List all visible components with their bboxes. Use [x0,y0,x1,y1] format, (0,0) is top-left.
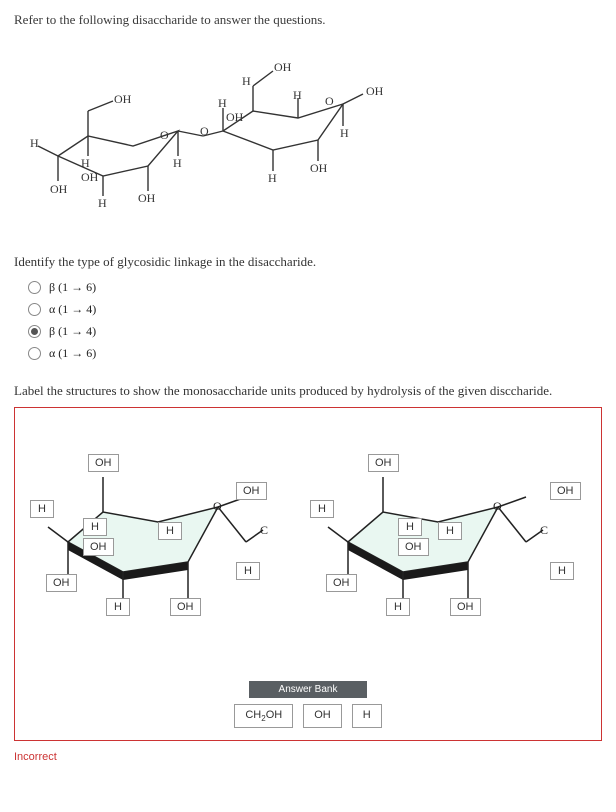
tag-l-lower-out[interactable]: OH [46,574,77,592]
option-beta-1-6[interactable]: β (1 → 6) [28,280,602,295]
tag-l-top[interactable]: OH [88,454,119,472]
option-label: α (1 → 6) [49,346,96,361]
option-label: β (1 → 6) [49,280,96,295]
svg-text:O: O [213,499,222,513]
tag-l-up-h[interactable]: H [83,518,107,536]
l-top-oh: OH [114,92,131,107]
r-h-b: H [218,96,227,111]
bank-item-ch2oh[interactable]: CH2OH [234,704,293,728]
r-far-h: H [340,126,349,141]
svg-text:O: O [493,499,502,513]
svg-text:C: C [540,523,548,537]
bank-item-oh[interactable]: OH [303,704,342,728]
l-bottom-h: H [98,196,107,211]
work-canvas[interactable]: O C O C OH H H OH [28,422,588,672]
tag-r-top[interactable]: OH [368,454,399,472]
l-bottom-oh: OH [138,191,155,206]
option-label: β (1 → 4) [49,324,96,339]
option-alpha-1-4[interactable]: α (1 → 4) [28,302,602,317]
tag-l-low-h[interactable]: H [106,598,130,616]
r-h-mid: H [293,88,302,103]
tag-l-low-oh[interactable]: OH [170,598,201,616]
tag-l-mid-h[interactable]: H [158,522,182,540]
tag-l-right-up[interactable]: OH [236,482,267,500]
l-ring-o: O [160,128,169,143]
tag-l-right-dn[interactable]: H [236,562,260,580]
intro-text: Refer to the following disaccharide to a… [14,12,602,28]
option-label: α (1 → 4) [49,302,96,317]
question-2: Label the structures to show the monosac… [14,383,602,399]
l-left-oh: OH [50,182,67,197]
tag-r-low-oh[interactable]: OH [450,598,481,616]
question-1: Identify the type of glycosidic linkage … [14,254,602,270]
l-left-h: H [30,136,39,151]
options-group: β (1 → 6) α (1 → 4) β (1 → 4) α (1 → 6) [28,280,602,361]
radio-icon [28,303,41,316]
option-beta-1-4[interactable]: β (1 → 4) [28,324,602,339]
r-far-oh: OH [366,84,383,99]
answer-bank-title: Answer Bank [249,681,368,698]
radio-icon [28,281,41,294]
svg-text:C: C [260,523,268,537]
radio-icon [28,325,41,338]
answer-bank: Answer Bank CH2OH OH H [23,680,593,728]
tag-r-right-up[interactable]: OH [550,482,581,500]
tag-r-lower-out[interactable]: OH [326,574,357,592]
tag-r-mid-h[interactable]: H [438,522,462,540]
radio-icon [28,347,41,360]
link-o: O [200,124,209,139]
r-bot-oh: OH [310,161,327,176]
molecule-svg [28,36,588,236]
l-right-h: H [173,156,182,171]
r-c2-oh: OH [226,110,243,125]
l-axial-h: H [81,156,90,171]
r-h-a: H [242,74,251,89]
tag-r-right-dn[interactable]: H [550,562,574,580]
bank-item-h[interactable]: H [352,704,382,728]
disaccharide-diagram: OH H OH H OH H OH H O O OH H H OH H O H … [28,36,588,236]
l-lower-oh: OH [81,170,98,185]
option-alpha-1-6[interactable]: α (1 → 6) [28,346,602,361]
tag-l-up-oh[interactable]: OH [83,538,114,556]
tag-l-left-out[interactable]: H [30,500,54,518]
tag-r-up-h[interactable]: H [398,518,422,536]
r-ch2-oh: OH [274,60,291,75]
tag-r-low-h[interactable]: H [386,598,410,616]
labeling-workbox: O C O C OH H H OH [14,407,602,741]
tag-r-up-oh[interactable]: OH [398,538,429,556]
incorrect-label: Incorrect [14,751,602,763]
r-bot-h: H [268,171,277,186]
r-ring-o: O [325,94,334,109]
tag-r-left-out[interactable]: H [310,500,334,518]
